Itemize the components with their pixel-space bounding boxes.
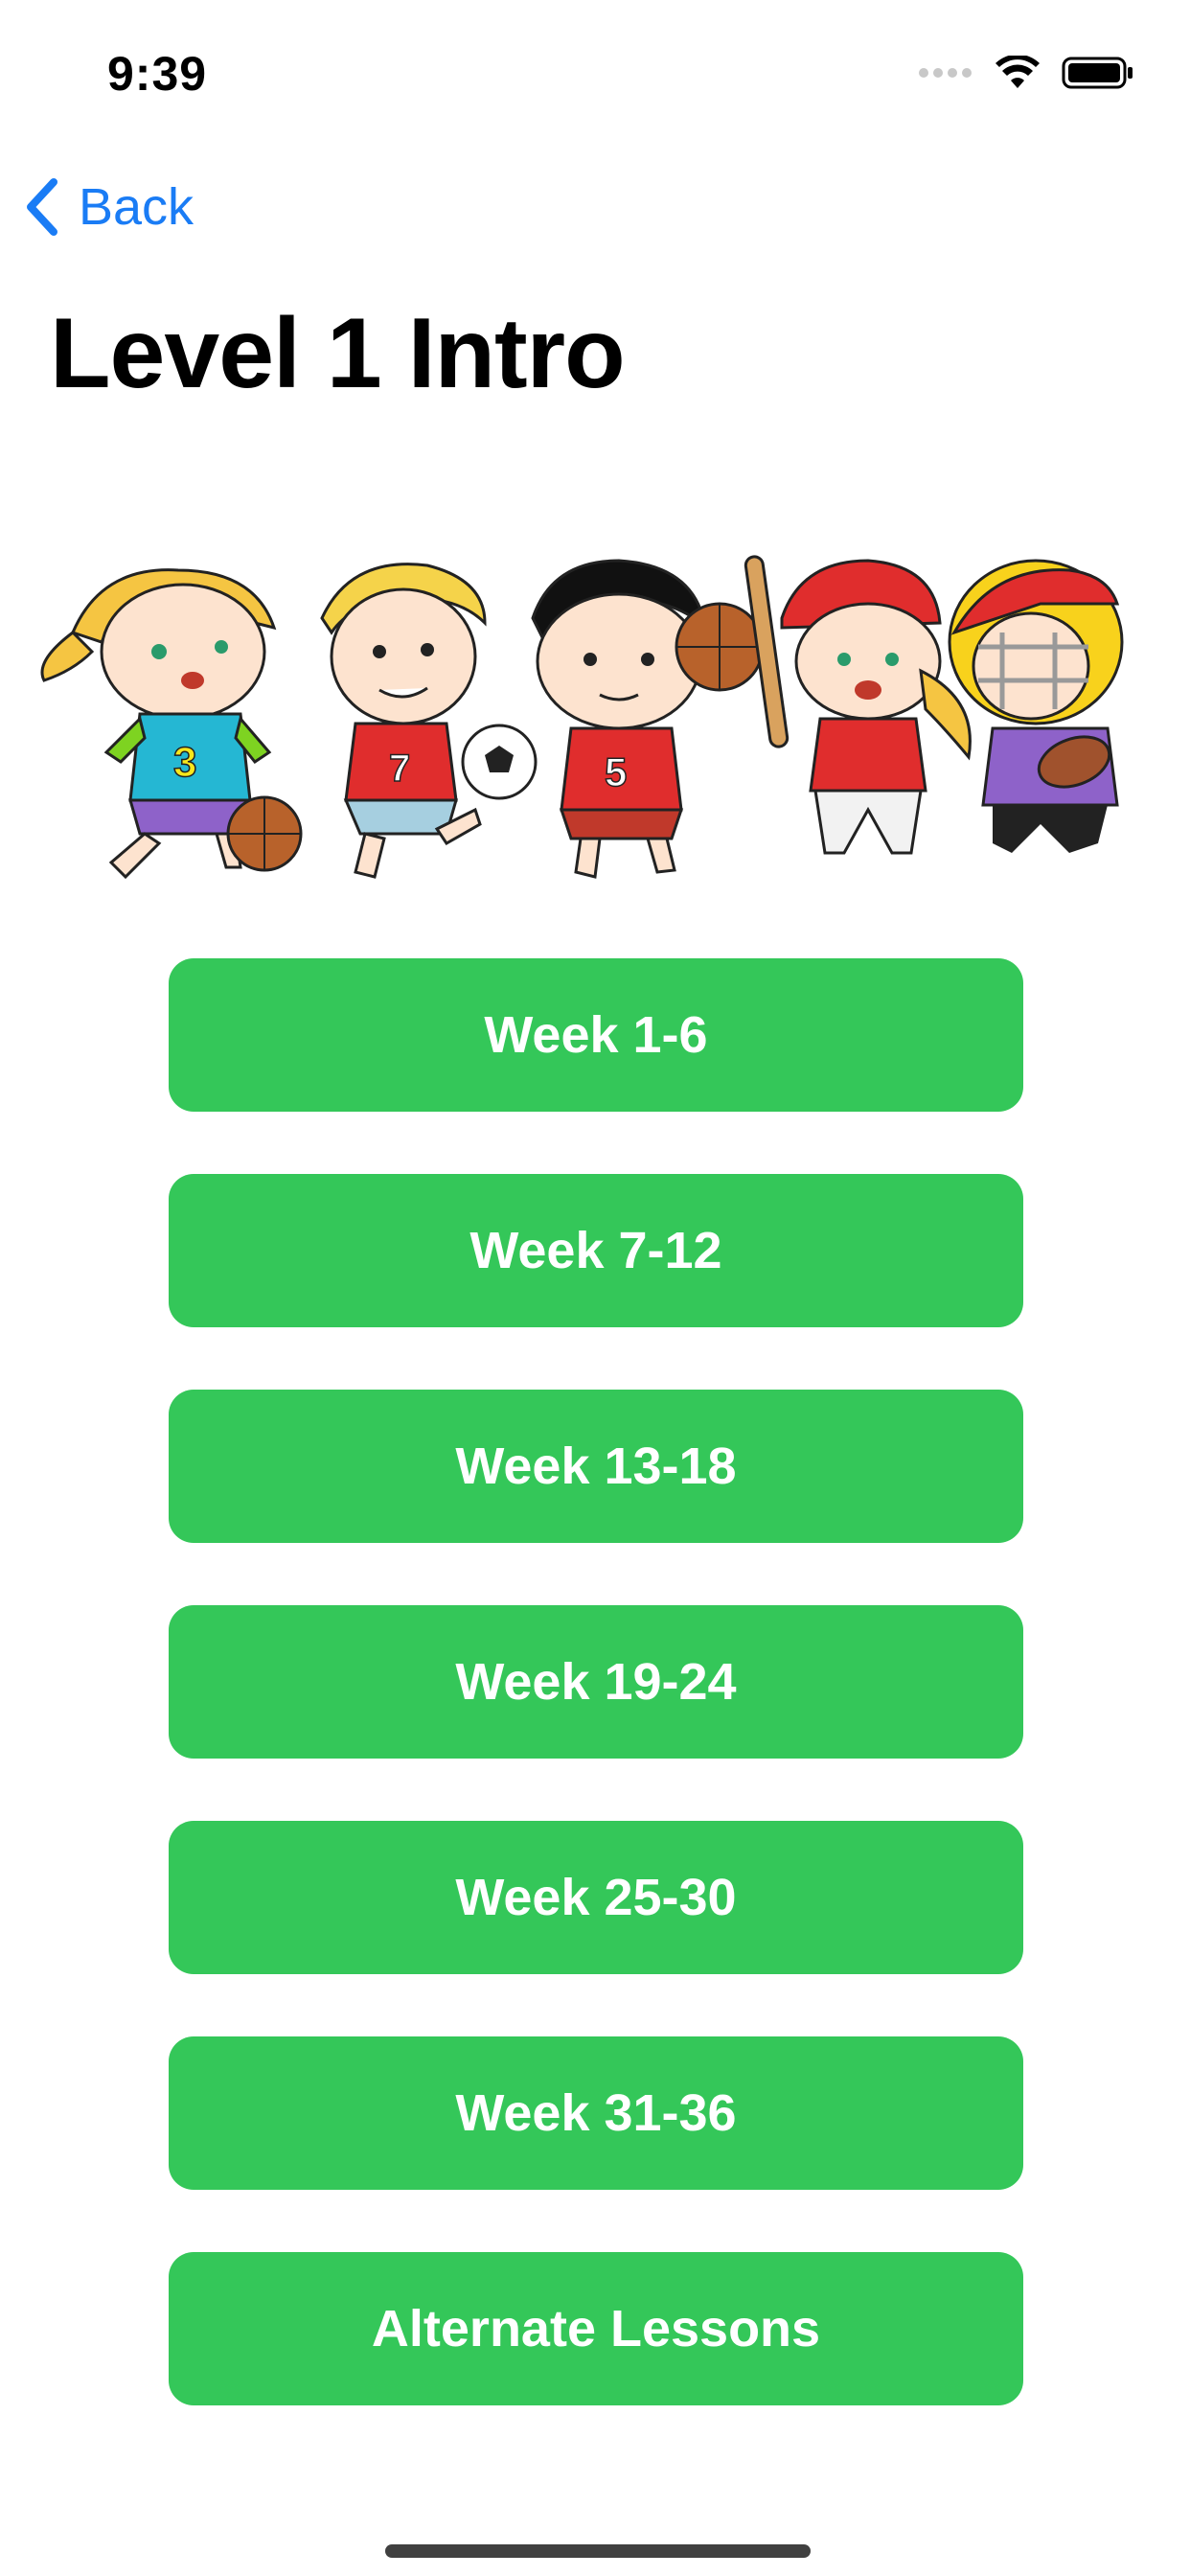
week-25-30-button[interactable]: Week 25-30	[169, 1821, 1023, 1974]
week-31-36-button[interactable]: Week 31-36	[169, 2036, 1023, 2190]
week-7-12-button[interactable]: Week 7-12	[169, 1174, 1023, 1327]
back-button[interactable]: Back	[25, 177, 194, 237]
week-1-6-button[interactable]: Week 1-6	[169, 958, 1023, 1112]
week-13-18-button[interactable]: Week 13-18	[169, 1390, 1023, 1543]
status-icons	[918, 56, 1134, 90]
jersey-number-5: 5	[605, 749, 627, 794]
week-19-24-button[interactable]: Week 19-24	[169, 1605, 1023, 1759]
alternate-lessons-button[interactable]: Alternate Lessons	[169, 2252, 1023, 2405]
page-title: Level 1 Intro	[50, 298, 626, 409]
status-bar: 9:39	[0, 0, 1190, 134]
kid-soccer-boy: 7	[320, 563, 538, 879]
chevron-left-icon	[27, 178, 57, 236]
kid-football-player	[948, 559, 1124, 853]
back-label: Back	[79, 178, 195, 236]
kid-basketball-girl: 3	[40, 568, 303, 880]
signal-icon	[919, 68, 972, 78]
home-indicator[interactable]	[385, 2544, 811, 2558]
status-time: 9:39	[107, 47, 208, 101]
jersey-number-7: 7	[389, 748, 410, 790]
kid-baseball-girl	[744, 555, 972, 855]
jersey-number-3: 3	[173, 739, 196, 786]
wifi-icon	[995, 56, 1040, 88]
sports-kids-banner: 3 7 5	[40, 555, 1124, 880]
kid-basketball-boy: 5	[531, 559, 765, 879]
battery-icon	[1062, 57, 1133, 89]
